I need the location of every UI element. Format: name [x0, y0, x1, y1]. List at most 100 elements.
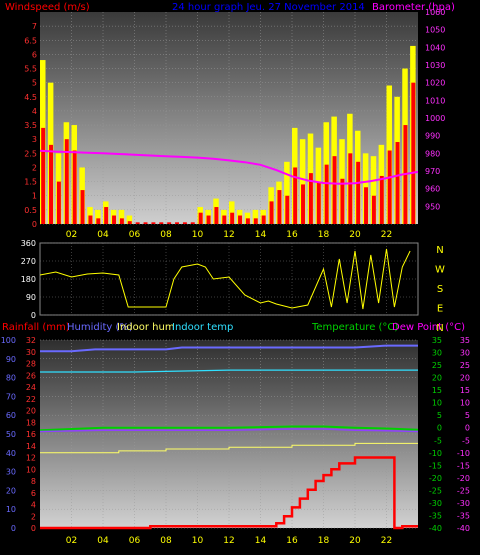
rainfall-tick-label: 0 [31, 524, 36, 533]
x-tick-label: 04 [97, 536, 109, 546]
barometer-tick-label: 1050 [425, 26, 445, 35]
windspeed-bar [119, 218, 124, 224]
barometer-tick-label: 1060 [425, 8, 445, 17]
dewpoint-tick-label: 25 [460, 361, 470, 370]
wind-tick-label: 0 [32, 220, 37, 229]
x-tick-label: 02 [66, 230, 77, 240]
temperature-tick-label: -40 [429, 524, 442, 533]
barometer-tick-label: 1000 [425, 114, 445, 123]
x-tick-label: 02 [66, 536, 77, 546]
windspeed-bar [356, 161, 361, 224]
compass-label: N [436, 245, 443, 256]
dewpoint-tick-label: 20 [460, 374, 470, 383]
direction-tick-label: 180 [21, 275, 36, 284]
x-tick-label: 08 [160, 230, 172, 240]
wind-tick-label: 4.5 [24, 93, 37, 102]
windspeed-bar [395, 142, 400, 224]
windspeed-bar [222, 215, 227, 224]
rainfall-tick-label: 30 [26, 348, 36, 357]
dewpoint-tick-label: -25 [457, 486, 470, 495]
indoor-temp-ylabel: Indoor temp [172, 322, 233, 333]
dewpoint-tick-label: -20 [457, 474, 470, 483]
temperature-tick-label: -35 [429, 511, 442, 520]
dewpoint-tick-label: -40 [457, 524, 470, 533]
dewpoint-tick-label: 35 [460, 336, 470, 345]
direction-tick-label: 270 [21, 257, 36, 266]
dewpoint-ylabel: Dew Point (°C) [392, 322, 465, 333]
wind-tick-label: 3.5 [24, 121, 37, 130]
windspeed-bar [206, 215, 211, 224]
windspeed-bar [238, 215, 242, 224]
rainfall-ylabel: Rainfall (mm) [2, 322, 70, 333]
wind-tick-label: 0.5 [24, 206, 37, 215]
x-tick-label: 22 [381, 230, 392, 240]
wind-tick-label: 3 [32, 135, 37, 144]
barometer-tick-label: 980 [425, 149, 440, 158]
windspeed-bar [56, 181, 61, 224]
x-tick-label: 16 [286, 536, 298, 546]
direction-tick-label: 360 [21, 239, 36, 248]
x-tick-label: 10 [192, 536, 204, 546]
humidity-tick-label: 100 [1, 336, 16, 345]
windspeed-bar [253, 218, 258, 224]
windspeed-bar [72, 150, 77, 224]
barometer-tick-label: 1040 [425, 43, 445, 52]
barometer-tick-label: 970 [425, 167, 440, 176]
barometer-tick-label: 950 [425, 202, 440, 211]
humidity-tick-label: 20 [6, 486, 16, 495]
indoor-hum-ylabel: Indoor hum [117, 322, 175, 333]
humidity-tick-label: 50 [6, 430, 16, 439]
windspeed-bar [371, 195, 376, 224]
windspeed-bar [379, 175, 384, 224]
rainfall-tick-label: 10 [26, 465, 36, 474]
wind-tick-label: 6.5 [24, 36, 37, 45]
windspeed-bar [364, 187, 368, 224]
windspeed-bar [167, 222, 172, 224]
compass-label: E [437, 304, 443, 315]
humidity-tick-label: 10 [6, 505, 16, 514]
windspeed-bar [190, 222, 195, 224]
x-tick-label: 18 [318, 536, 330, 546]
temperature-tick-label: 20 [432, 374, 442, 383]
wind-tick-label: 5 [32, 79, 37, 88]
windspeed-bar [245, 218, 250, 224]
rainfall-tick-label: 24 [26, 383, 36, 392]
rainfall-tick-label: 32 [26, 336, 36, 345]
x-tick-label: 04 [97, 230, 109, 240]
barometer-tick-label: 1020 [425, 79, 445, 88]
x-tick-label: 12 [223, 536, 234, 546]
dewpoint-tick-label: 15 [460, 386, 470, 395]
barometer-tick-label: 990 [425, 132, 440, 141]
dewpoint-tick-label: 0 [465, 424, 470, 433]
compass-label: W [435, 265, 445, 276]
compass-label: S [437, 284, 443, 295]
direction-tick-label: 0 [31, 311, 36, 320]
temperature-tick-label: 25 [432, 361, 442, 370]
windspeed-bar [159, 222, 164, 224]
windspeed-bar [348, 153, 353, 224]
wind-ylabel: Windspeed (m/s) [5, 2, 90, 13]
x-tick-label: 22 [381, 536, 392, 546]
direction-tick-label: 90 [26, 293, 36, 302]
barometer-tick-label: 1030 [425, 61, 445, 70]
dewpoint-tick-label: 30 [460, 349, 470, 358]
chart-title: 24 hour graph Jeu. 27 November 2014 [172, 2, 365, 13]
rainfall-tick-label: 12 [26, 454, 36, 463]
temperature-tick-label: -10 [429, 449, 442, 458]
temperature-tick-label: -5 [434, 436, 442, 445]
windspeed-bar [80, 190, 85, 224]
x-tick-label: 10 [192, 230, 204, 240]
wind-tick-label: 1.5 [24, 178, 37, 187]
windspeed-bar [301, 184, 305, 224]
temperature-tick-label: 10 [432, 399, 442, 408]
dewpoint-tick-label: 5 [465, 411, 470, 420]
rainfall-tick-label: 22 [26, 395, 36, 404]
windspeed-bar [175, 222, 179, 224]
humidity-tick-label: 80 [6, 374, 16, 383]
temperature-tick-label: 15 [432, 386, 442, 395]
temperature-tick-label: 35 [432, 336, 442, 345]
x-tick-label: 16 [286, 230, 298, 240]
windspeed-bar [387, 150, 392, 224]
temperature-tick-label: -25 [429, 486, 442, 495]
rainfall-tick-label: 8 [31, 477, 36, 486]
